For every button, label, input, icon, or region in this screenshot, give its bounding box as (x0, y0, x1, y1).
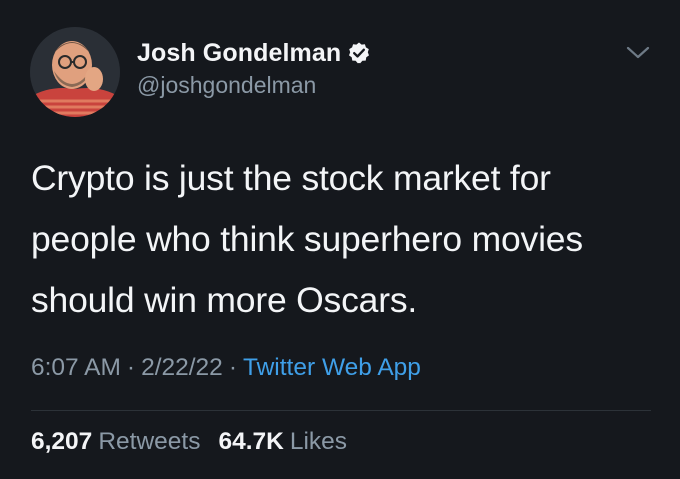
separator: · (126, 354, 136, 381)
tweet-metadata: 6:07 AM · 2/22/22 · Twitter Web App (31, 354, 421, 382)
likes-count: 64.7K (218, 428, 284, 455)
user-handle[interactable]: @joshgondelman (137, 72, 371, 99)
tweet-date[interactable]: 2/22/22 (141, 354, 223, 381)
tweet-time[interactable]: 6:07 AM (31, 354, 121, 381)
tweet-text-line: Crypto is just the stock market for (31, 158, 551, 198)
tweet-card: Josh Gondelman @joshgondelman Crypto is … (0, 0, 680, 479)
tweet-source-link[interactable]: Twitter Web App (243, 354, 421, 381)
avatar[interactable] (30, 27, 120, 117)
divider (31, 410, 651, 411)
display-name-row[interactable]: Josh Gondelman (137, 38, 371, 68)
tweet-stats: 6,207 Retweets 64.7K Likes (31, 428, 365, 456)
tweet-text-line: should win more Oscars. (31, 280, 418, 320)
author-block: Josh Gondelman @joshgondelman (137, 38, 371, 99)
retweets-count: 6,207 (31, 428, 93, 455)
retweets-stat[interactable]: 6,207 Retweets (31, 428, 200, 455)
verified-badge-icon (347, 41, 371, 65)
likes-label: Likes (289, 428, 348, 455)
likes-stat[interactable]: 64.7K Likes (218, 428, 347, 455)
separator: · (228, 354, 237, 381)
chevron-down-icon[interactable] (623, 40, 653, 66)
tweet-text: Crypto is just the stock market for peop… (31, 148, 661, 331)
display-name[interactable]: Josh Gondelman (137, 39, 341, 68)
retweets-label: Retweets (98, 428, 201, 455)
tweet-text-line: people who think superhero movies (31, 219, 583, 259)
